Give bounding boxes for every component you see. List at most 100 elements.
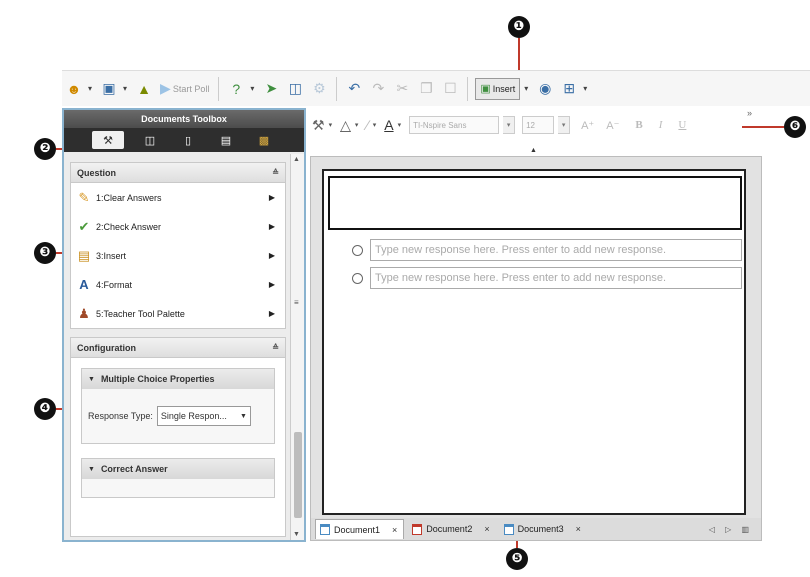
menu-item-clear-answers[interactable]: ✎ 1:Clear Answers ▶ [71,183,285,212]
font-name-dropdown-icon[interactable]: ▾ [503,116,516,134]
toolbar-separator [467,76,469,101]
response-type-select[interactable]: Single Respon... ▼ [156,406,251,426]
close-icon[interactable]: × [484,524,489,534]
response-input[interactable]: Type new response here. Press enter to a… [370,239,742,261]
line-color-dropdown-icon[interactable]: ▾ [373,121,377,129]
more-options-icon[interactable]: » [747,108,752,118]
cut-icon[interactable]: ✂ [392,77,412,101]
tab-label: Document2 [426,524,473,534]
font-size-dropdown-icon[interactable]: ▾ [558,116,571,134]
chevron-right-icon: ▶ [268,193,275,202]
response-row: Type new response here. Press enter to a… [352,267,742,289]
response-row: Type new response here. Press enter to a… [352,239,742,261]
menu-item-check-answer[interactable]: ✔ 2:Check Answer ▶ [71,212,285,241]
tools-icon[interactable]: ⚒ [312,117,325,134]
callout-2: ❷ [34,138,56,160]
paste-icon[interactable]: ☐ [440,77,460,101]
tab-document2[interactable]: Document2 × [408,519,495,539]
question-dropdown-icon[interactable]: ▾ [250,84,254,93]
tab-document1[interactable]: Document1 × [315,519,405,539]
configuration-section-header[interactable]: Configuration ≙ [71,338,285,358]
response-input[interactable]: Type new response here. Press enter to a… [370,267,742,289]
line-color-icon[interactable]: ∕ [366,117,368,133]
document-page: Type new response here. Press enter to a… [322,169,746,515]
menu-item-teacher-tool-palette[interactable]: ♟ 5:Teacher Tool Palette ▶ [71,299,285,328]
chevron-right-icon: ▶ [268,222,275,231]
menu-item-label: 3:Insert [96,250,127,261]
scroll-up-icon[interactable]: ▲ [293,156,300,163]
text-color-icon[interactable]: A [384,117,393,133]
toolbox-scrollbar[interactable]: ▲ ≡ ▼ [290,154,304,540]
fill-color-dropdown-icon[interactable]: ▾ [355,121,359,129]
tab-document3[interactable]: Document3 × [500,519,587,539]
scroll-thumb[interactable] [294,432,302,518]
menu-item-format[interactable]: A 4:Format ▶ [71,270,285,299]
response-radio[interactable] [352,272,363,284]
document-tabs-bar: Document1 × Document2 × Document3 × ◁ ▷ … [311,518,761,540]
undo-icon[interactable]: ↶ [344,77,364,101]
send-icon[interactable]: ➤ [261,77,281,101]
font-size-select[interactable]: 12 [522,116,555,134]
increase-font-button[interactable]: A⁺ [581,119,594,132]
redo-icon[interactable]: ↷ [368,77,388,101]
menu-item-label: 1:Clear Answers [96,192,162,203]
underline-button[interactable]: U [678,119,686,131]
question-icon[interactable]: ? [226,77,246,101]
collapse-icon[interactable]: ≙ [272,343,279,352]
question-section: Question ≙ ✎ 1:Clear Answers ▶ ✔ 2:Check… [70,162,286,329]
multiple-choice-properties-header[interactable]: ▼ Multiple Choice Properties [82,369,274,389]
screen-capture-icon[interactable]: ▣ [99,77,119,101]
layout-icon[interactable]: ⊞ [559,77,579,101]
close-icon[interactable]: × [392,525,397,535]
correct-answer-header[interactable]: ▼ Correct Answer [82,459,274,479]
response-radio[interactable] [352,244,363,256]
save-icon[interactable]: ◫ [285,77,305,101]
start-poll-label: Start Poll [172,83,210,94]
menu-item-insert[interactable]: ▤ 3:Insert ▶ [71,241,285,270]
documents-toolbox-panel: Documents Toolbox ⚒ ◫ ▯ ▤ ▩ Question ≙ ✎… [62,108,306,542]
insert-icon: ▤ [77,247,91,263]
utilities-tab-icon[interactable]: ▤ [214,131,238,149]
insert-button[interactable]: ▣ Insert [475,77,521,100]
collapse-icon[interactable]: ≙ [272,168,279,177]
question-input-box[interactable] [328,176,742,230]
insert-icon: ▣ [480,83,491,95]
decrease-font-button[interactable]: A⁻ [606,119,619,132]
configuration-section-title: Configuration [77,342,136,353]
fill-color-icon[interactable]: △ [340,117,351,134]
ti-smartview-tab-icon[interactable]: ▯ [176,131,200,149]
document-icon [503,523,514,535]
tools-tab-icon[interactable]: ⚒ [92,131,124,149]
class-icon[interactable]: ☻ [64,77,84,101]
splitter-handle-icon[interactable]: ≡ [294,298,299,307]
collect-icon[interactable]: ⚙ [309,77,329,101]
insert-dropdown-icon[interactable]: ▾ [524,84,528,93]
chevron-right-icon: ▶ [268,280,275,289]
text-color-dropdown-icon[interactable]: ▾ [398,121,402,129]
italic-button[interactable]: I [659,119,663,131]
collapse-up-icon[interactable]: ▲ [530,147,537,154]
class-dropdown-icon[interactable]: ▾ [88,84,92,93]
question-section-header[interactable]: Question ≙ [71,163,285,183]
correct-answer-panel: ▼ Correct Answer [81,458,275,498]
teacher-tool-palette-icon: ♟ [78,305,90,321]
lock-icon[interactable]: ▲ [134,77,154,101]
font-name-select[interactable]: TI-Nspire Sans [409,116,500,134]
tab-navigation-icons[interactable]: ◁ ▷ ▥ [709,525,753,534]
close-icon[interactable]: × [576,524,581,534]
response-type-label: Response Type: [88,411,153,421]
callout-6: ❻ [784,116,806,138]
content-explorer-tab-icon[interactable]: ▩ [252,131,276,149]
page-sorter-tab-icon[interactable]: ◫ [138,131,162,149]
tools-dropdown-icon[interactable]: ▾ [329,121,333,129]
toolbox-tabs: ⚒ ◫ ▯ ▤ ▩ [64,128,304,152]
screen-capture-dropdown-icon[interactable]: ▾ [123,84,127,93]
callout-1: ❶ [508,16,530,38]
start-poll-button[interactable]: ▶ Start Poll [158,77,211,101]
calculator-icon[interactable]: ◉ [535,77,555,101]
bold-button[interactable]: B [635,119,642,131]
scroll-down-icon[interactable]: ▼ [293,531,300,538]
copy-icon[interactable]: ❐ [416,77,436,101]
layout-dropdown-icon[interactable]: ▾ [583,84,587,93]
menu-item-label: 4:Format [96,279,133,290]
